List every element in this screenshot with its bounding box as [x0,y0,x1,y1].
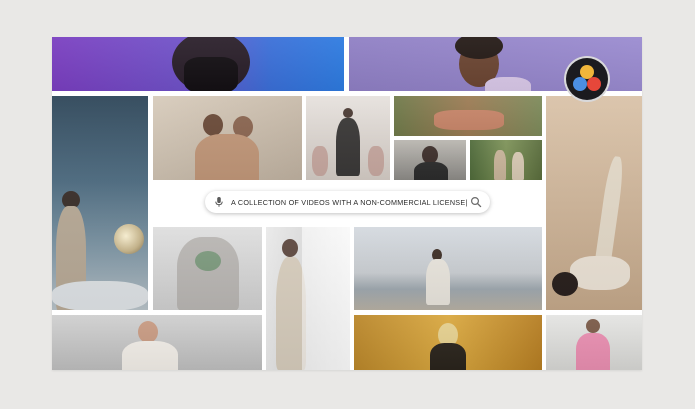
video-tile-man-seaside[interactable] [354,227,542,310]
video-tile-people-lounging[interactable] [394,96,542,136]
plant [195,251,221,271]
microphone-icon[interactable] [213,196,225,208]
video-tile-woman-legs-up[interactable] [546,96,642,310]
figure-body [426,259,450,305]
figure-head [343,108,353,118]
figure-body [512,152,524,180]
figure-body [122,341,178,370]
video-tile-two-people-blanket[interactable] [153,96,302,180]
video-tile-masked-woman[interactable] [52,37,344,91]
helmet [114,224,144,254]
figure-body [570,256,630,290]
figure-body [430,343,466,370]
figure-head [586,319,600,333]
video-tile-astronaut-clouds[interactable] [52,96,148,310]
video-tile-woman-curtain[interactable] [266,227,350,370]
figure-body [177,237,239,310]
figure-body [414,162,448,180]
figure-dress [336,118,360,176]
logo-mark [573,65,601,91]
video-tile-people-trees[interactable] [470,140,542,180]
figure-head [203,114,223,136]
figure-legs [594,155,626,267]
figure-head [138,321,158,343]
video-tile-woman-dark-dress[interactable] [306,96,390,180]
figure-body [195,134,259,180]
curtain [302,227,350,370]
figure-body [434,110,504,130]
cloud [52,281,148,310]
video-tile-woman-hat[interactable] [394,140,466,180]
flowers [368,146,384,176]
figure-head [552,272,578,296]
video-tile-man-pink-shirt[interactable] [546,315,642,370]
flowers [312,146,328,176]
search-bar[interactable]: A COLLECTION OF VIDEOS WITH A NON-COMMER… [205,191,490,213]
figure-body [494,150,506,180]
video-tile-woman-red-glasses[interactable] [52,315,262,370]
search-input[interactable]: A COLLECTION OF VIDEOS WITH A NON-COMMER… [225,198,470,207]
figure-body [576,333,610,370]
figure-mask [184,57,238,91]
davinci-resolve-logo-icon [566,58,608,100]
figure-head [282,239,298,257]
figure-body [485,77,531,91]
video-tile-hands-plant[interactable] [153,227,262,310]
video-tile-woman-golden-light[interactable] [354,315,542,370]
magnifier-icon[interactable] [470,196,482,208]
